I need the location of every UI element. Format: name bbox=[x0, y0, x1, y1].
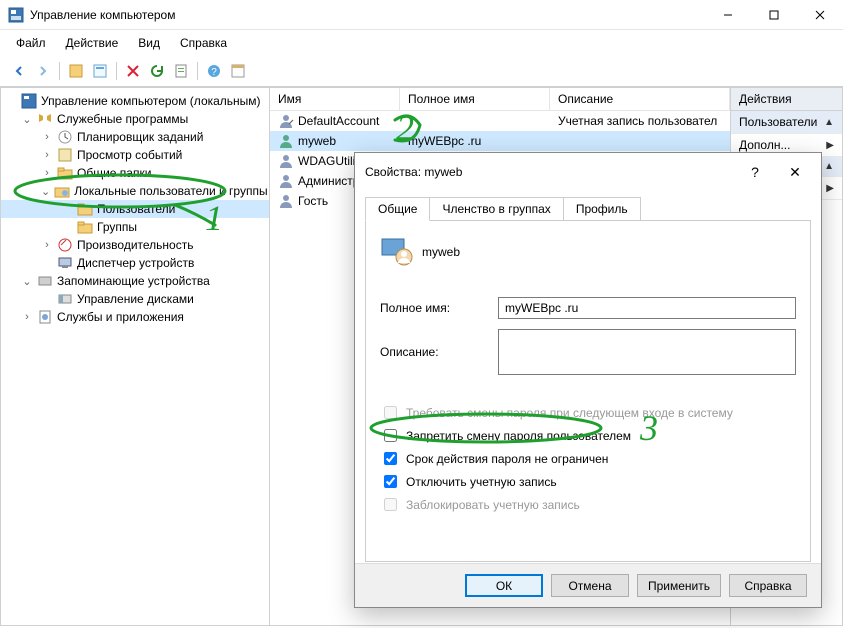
checkbox-cannotchange-row[interactable]: Запретить смену пароля пользователем bbox=[380, 426, 796, 445]
close-button[interactable] bbox=[797, 0, 843, 30]
help-icon[interactable]: ? bbox=[203, 60, 225, 82]
collapse-icon: ▲ bbox=[824, 117, 834, 128]
tree-storage[interactable]: ⌄Запоминающие устройства bbox=[1, 272, 269, 290]
tab-body-general: myweb Полное имя: Описание: Требовать см… bbox=[365, 220, 811, 562]
tab-profile[interactable]: Профиль bbox=[563, 197, 641, 221]
checkbox-neverexpire[interactable] bbox=[384, 452, 397, 465]
fullname-label: Полное имя: bbox=[380, 301, 490, 315]
tree-users[interactable]: Пользователи bbox=[1, 200, 269, 218]
tree-pane: Управление компьютером (локальным) ⌄Служ… bbox=[0, 87, 270, 626]
dialog-title: Свойства: myweb bbox=[365, 165, 731, 179]
column-description[interactable]: Описание bbox=[550, 88, 730, 110]
refresh-icon[interactable] bbox=[146, 60, 168, 82]
svg-text:?: ? bbox=[211, 67, 217, 78]
menu-bar: Файл Действие Вид Справка bbox=[0, 30, 843, 56]
minimize-button[interactable] bbox=[705, 0, 751, 30]
close-button[interactable]: ✕ bbox=[779, 161, 811, 183]
menu-view[interactable]: Вид bbox=[130, 34, 168, 52]
ok-button[interactable]: ОК bbox=[465, 574, 543, 597]
toolbar-icon-2[interactable] bbox=[89, 60, 111, 82]
fullname-input[interactable] bbox=[498, 297, 796, 319]
help-button[interactable]: Справка bbox=[729, 574, 807, 597]
window-title: Управление компьютером bbox=[30, 8, 705, 22]
chevron-right-icon: ▶ bbox=[826, 140, 834, 151]
menu-file[interactable]: Файл bbox=[8, 34, 54, 52]
tree-services-apps[interactable]: ›Службы и приложения bbox=[1, 308, 269, 326]
toolbar: ? bbox=[0, 56, 843, 87]
list-row[interactable]: DefaultAccount Учетная запись пользовате… bbox=[270, 111, 730, 131]
column-fullname[interactable]: Полное имя bbox=[400, 88, 550, 110]
cancel-button[interactable]: Отмена bbox=[551, 574, 629, 597]
properties-dialog: Свойства: myweb ? ✕ Общие Членство в гру… bbox=[354, 152, 822, 608]
list-header: Имя Полное имя Описание bbox=[270, 88, 730, 111]
toolbar-icon-1[interactable] bbox=[65, 60, 87, 82]
forward-button[interactable] bbox=[32, 60, 54, 82]
user-icon bbox=[278, 153, 294, 169]
menu-help[interactable]: Справка bbox=[172, 34, 235, 52]
user-icon bbox=[278, 193, 294, 209]
tree-groups[interactable]: Группы bbox=[1, 218, 269, 236]
actions-section-users[interactable]: Пользователи▲ bbox=[731, 111, 842, 134]
tree-device-manager[interactable]: Диспетчер устройств bbox=[1, 254, 269, 272]
user-icon bbox=[278, 133, 294, 149]
column-name[interactable]: Имя bbox=[270, 88, 400, 110]
tree-event-viewer[interactable]: ›Просмотр событий bbox=[1, 146, 269, 164]
tree-performance[interactable]: ›Производительность bbox=[1, 236, 269, 254]
list-row[interactable]: myweb myWEBpc .ru bbox=[270, 131, 730, 151]
collapse-icon: ▲ bbox=[824, 161, 834, 172]
checkbox-disabled[interactable] bbox=[384, 475, 397, 488]
properties-icon[interactable] bbox=[170, 60, 192, 82]
tree-task-scheduler[interactable]: ›Планировщик заданий bbox=[1, 128, 269, 146]
tree-root-label: Управление компьютером (локальным) bbox=[41, 94, 261, 108]
user-icon bbox=[278, 173, 294, 189]
dialog-titlebar: Свойства: myweb ? ✕ bbox=[355, 153, 821, 191]
app-icon bbox=[8, 7, 24, 23]
tab-general[interactable]: Общие bbox=[365, 197, 430, 221]
help-button[interactable]: ? bbox=[739, 161, 771, 183]
checkbox-disabled-row[interactable]: Отключить учетную запись bbox=[380, 472, 796, 491]
tree-system-tools[interactable]: ⌄Служебные программы bbox=[1, 110, 269, 128]
tabs: Общие Членство в группах Профиль bbox=[355, 197, 821, 221]
delete-icon[interactable] bbox=[122, 60, 144, 82]
window-titlebar: Управление компьютером bbox=[0, 0, 843, 30]
toolbar-icon-last[interactable] bbox=[227, 60, 249, 82]
checkbox-neverexpire-row[interactable]: Срок действия пароля не ограничен bbox=[380, 449, 796, 468]
maximize-button[interactable] bbox=[751, 0, 797, 30]
checkbox-locked bbox=[384, 498, 397, 511]
user-large-icon bbox=[380, 235, 414, 269]
user-icon bbox=[278, 113, 294, 129]
description-input[interactable] bbox=[498, 329, 796, 375]
tree-root[interactable]: Управление компьютером (локальным) bbox=[1, 92, 269, 110]
checkbox-mustchange-row: Требовать смены пароля при следующем вхо… bbox=[380, 403, 796, 422]
tab-membership[interactable]: Членство в группах bbox=[429, 197, 563, 221]
checkbox-locked-row: Заблокировать учетную запись bbox=[380, 495, 796, 514]
apply-button[interactable]: Применить bbox=[637, 574, 721, 597]
tree-shared-folders[interactable]: ›Общие папки bbox=[1, 164, 269, 182]
description-label: Описание: bbox=[380, 345, 490, 359]
checkbox-cannotchange[interactable] bbox=[384, 429, 397, 442]
menu-action[interactable]: Действие bbox=[58, 34, 127, 52]
chevron-right-icon: ▶ bbox=[826, 183, 834, 194]
back-button[interactable] bbox=[8, 60, 30, 82]
actions-header: Действия bbox=[731, 88, 842, 111]
username-label: myweb bbox=[422, 245, 460, 259]
checkbox-mustchange bbox=[384, 406, 397, 419]
tree-local-users[interactable]: ⌄Локальные пользователи и группы bbox=[1, 182, 269, 200]
tree-disk-mgmt[interactable]: Управление дисками bbox=[1, 290, 269, 308]
dialog-button-bar: ОК Отмена Применить Справка bbox=[355, 563, 821, 607]
